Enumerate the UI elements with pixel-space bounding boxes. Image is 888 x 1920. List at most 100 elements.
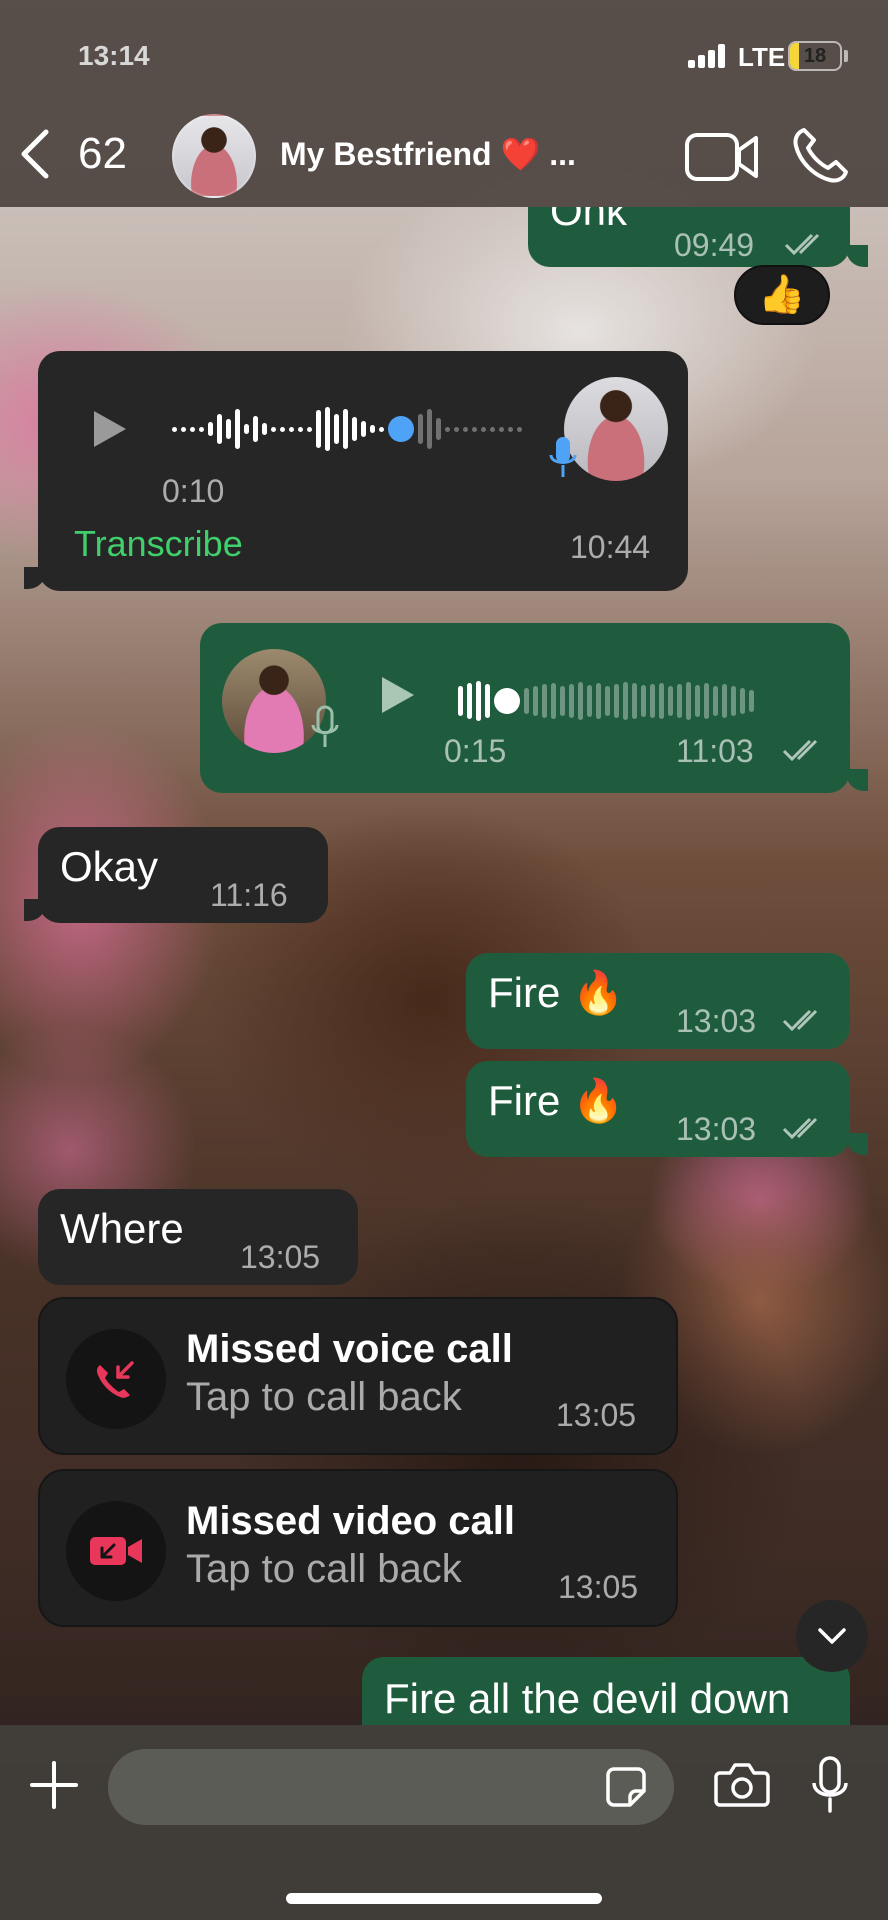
waveform-bar xyxy=(217,414,222,444)
waveform-bar xyxy=(325,407,330,451)
waveform-bar xyxy=(280,426,285,432)
message-time: 13:03 xyxy=(676,1111,757,1147)
message-bubble-outgoing[interactable]: Fire 🔥 13:03 xyxy=(466,1061,850,1157)
waveform-bar xyxy=(181,426,186,432)
back-button[interactable]: 62 xyxy=(16,122,136,186)
plus-icon[interactable] xyxy=(28,1759,80,1811)
waveform-bar xyxy=(361,421,366,437)
bubble-tail xyxy=(24,567,46,589)
message-time: 09:49 xyxy=(674,227,755,263)
scroll-to-bottom-button[interactable] xyxy=(796,1600,868,1672)
call-title: Missed video call xyxy=(186,1499,516,1543)
waveform-bar xyxy=(226,419,231,439)
voice-duration: 0:10 xyxy=(162,473,225,509)
message-list[interactable]: Ohk 09:49 👍 0:10 Transcribe 10:44 0:15 1… xyxy=(0,207,888,1725)
waveform-bar xyxy=(508,426,513,432)
waveform-bar xyxy=(307,426,312,432)
missed-video-call-icon xyxy=(90,1537,142,1565)
waveform-bar xyxy=(467,683,472,719)
battery-tip xyxy=(844,50,848,62)
waveform-bar xyxy=(542,684,547,718)
play-icon[interactable] xyxy=(88,409,128,449)
chevron-down-icon xyxy=(818,1628,846,1644)
waveform-bar xyxy=(334,414,339,444)
phone-icon[interactable] xyxy=(790,126,850,186)
waveform-bar xyxy=(316,410,321,448)
reaction-badge[interactable]: 👍 xyxy=(734,265,830,325)
waveform-bar xyxy=(436,418,441,440)
missed-video-call-card[interactable]: Missed video call Tap to call back 13:05 xyxy=(38,1469,678,1627)
waveform-bar xyxy=(262,423,267,435)
bubble-tail xyxy=(846,245,868,267)
waveform-bar xyxy=(560,686,565,716)
message-bubble-outgoing[interactable]: Fire all the devil down xyxy=(362,1657,850,1725)
message-bubble-outgoing[interactable]: Fire 🔥 13:03 xyxy=(466,953,850,1049)
waveform-bar xyxy=(704,683,709,719)
waveform-bar xyxy=(605,686,610,716)
waveform-bar xyxy=(668,686,673,716)
waveform-bar xyxy=(533,686,538,716)
message-bubble-incoming[interactable]: Okay 11:16 xyxy=(38,827,328,923)
message-time: 13:05 xyxy=(558,1569,639,1605)
missed-voice-call-icon xyxy=(96,1361,134,1398)
missed-voice-call-card[interactable]: Missed voice call Tap to call back 13:05 xyxy=(38,1297,678,1455)
waveform-bar xyxy=(686,682,691,720)
waveform-bar xyxy=(199,426,204,432)
waveform-bar xyxy=(235,409,240,449)
waveform-bar xyxy=(476,681,481,721)
waveform-bar xyxy=(623,682,628,720)
playhead-dot[interactable] xyxy=(494,688,520,714)
message-text: Fire 🔥 xyxy=(488,969,625,1016)
read-ticks-icon xyxy=(782,1117,818,1140)
waveform-bar xyxy=(481,426,486,432)
waveform-bar xyxy=(569,684,574,718)
sticker-icon[interactable] xyxy=(604,1765,648,1809)
waveform-bar xyxy=(463,426,468,432)
waveform-bar xyxy=(343,409,348,449)
call-icon-circle xyxy=(66,1501,166,1601)
waveform-bar xyxy=(244,424,249,434)
message-text: Ohk xyxy=(550,207,628,234)
call-subtitle: Tap to call back xyxy=(186,1375,462,1419)
message-text: Fire all the devil down xyxy=(384,1675,791,1722)
play-icon[interactable] xyxy=(376,675,416,715)
transcribe-link[interactable]: Transcribe xyxy=(74,523,243,565)
call-icon-circle xyxy=(66,1329,166,1429)
message-time: 11:16 xyxy=(210,877,288,913)
camera-icon[interactable] xyxy=(714,1759,770,1809)
bubble-tail xyxy=(24,899,46,921)
chevron-left-icon xyxy=(21,129,49,179)
contact-avatar[interactable] xyxy=(172,114,256,198)
waveform-bar xyxy=(713,686,718,716)
bubble-tail xyxy=(846,769,868,791)
contact-name[interactable]: My Bestfriend ❤️ ... xyxy=(280,135,576,173)
playhead-dot[interactable] xyxy=(388,416,414,442)
waveform-bar xyxy=(740,688,745,714)
message-bubble-incoming[interactable]: Where 13:05 xyxy=(38,1189,358,1285)
waveform-bar xyxy=(641,685,646,717)
voice-waveform[interactable] xyxy=(458,675,754,727)
voice-message-outgoing[interactable]: 0:15 11:03 xyxy=(200,623,850,793)
waveform-bar xyxy=(578,682,583,720)
waveform-bar xyxy=(370,425,375,433)
waveform-bar xyxy=(490,426,495,432)
video-camera-icon[interactable] xyxy=(684,130,760,184)
sender-avatar xyxy=(564,377,668,481)
waveform-bar xyxy=(172,426,177,432)
microphone-icon[interactable] xyxy=(810,1755,850,1815)
waveform-bar xyxy=(427,409,432,449)
waveform-bar xyxy=(472,426,477,432)
waveform-bar xyxy=(418,414,423,444)
call-subtitle: Tap to call back xyxy=(186,1547,462,1591)
waveform-bar xyxy=(499,426,504,432)
waveform-bar xyxy=(458,686,463,716)
waveform-bar xyxy=(677,684,682,718)
voice-waveform[interactable] xyxy=(172,403,522,455)
microphone-icon xyxy=(549,437,577,477)
waveform-bar xyxy=(271,426,276,432)
waveform-bar xyxy=(485,684,490,718)
network-label: LTE xyxy=(738,42,786,72)
message-bubble-outgoing[interactable]: Ohk 09:49 xyxy=(528,207,850,267)
message-input[interactable] xyxy=(108,1749,674,1825)
voice-message-incoming[interactable]: 0:10 Transcribe 10:44 xyxy=(38,351,688,591)
